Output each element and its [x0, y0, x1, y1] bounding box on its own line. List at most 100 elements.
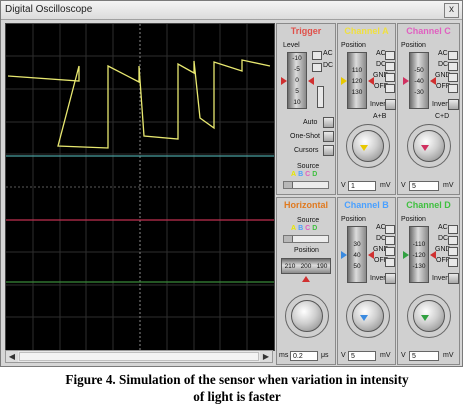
trigger-dc-switch[interactable]: [312, 63, 322, 72]
channel-a-ac-switch[interactable]: [385, 51, 395, 60]
channel-a-marker-icon: [341, 77, 347, 85]
channel-c-panel: Channel C Position -50 -40 -30 AC DC GND O…: [397, 23, 460, 195]
channel-d-position-label: Position: [401, 216, 426, 223]
channel-d-volts-field[interactable]: 5: [409, 351, 439, 361]
channel-b-panel: Channel B Position 30 40 50 AC DC GND OFF …: [337, 197, 396, 365]
channel-a-gnd-switch[interactable]: [385, 73, 395, 82]
channel-a-panel: Channel A Position 110 120 130 AC DC GND O…: [337, 23, 396, 195]
horizontal-source-options[interactable]: ABCD: [291, 225, 319, 232]
trigger-ac-label: AC: [323, 50, 333, 57]
channel-b-knob-pointer-icon: [360, 315, 368, 321]
level-scale[interactable]: -10 -5 0 5 10: [287, 52, 307, 109]
channel-c-gnd-switch[interactable]: [448, 73, 458, 82]
channel-c-unit-left: V: [401, 182, 406, 189]
channel-d-knob-pointer-icon: [421, 315, 429, 321]
channel-a-off-switch[interactable]: [385, 84, 395, 93]
channel-d-volts-knob[interactable]: [413, 300, 445, 332]
cursors-button[interactable]: [323, 145, 334, 156]
horizontal-scrollbar[interactable]: ◀ ▶: [5, 350, 273, 363]
horizontal-unit-left: ms: [279, 352, 289, 359]
channel-c-position-scale[interactable]: -50 -40 -30: [409, 52, 429, 109]
one-shot-label: One-Shot: [290, 133, 320, 140]
channel-a-aplusb-label: A+B: [373, 113, 387, 120]
channel-a-volts-knob[interactable]: [352, 130, 384, 162]
channel-c-off-switch[interactable]: [448, 84, 458, 93]
channel-a-volts-field[interactable]: 1: [348, 181, 376, 191]
channel-b-position-scale[interactable]: 30 40 50: [347, 226, 367, 283]
level-marker-left-icon: [281, 77, 287, 85]
channel-c-title: Channel C: [406, 26, 451, 36]
channel-d-ac-switch[interactable]: [448, 225, 458, 234]
scroll-right-icon[interactable]: ▶: [260, 351, 272, 362]
trigger-title: Trigger: [290, 26, 322, 36]
cursors-label: Cursors: [294, 147, 319, 154]
scope-graticule: [6, 24, 274, 350]
horizontal-source-label: Source: [297, 217, 320, 224]
horizontal-position-marker-icon: [302, 276, 310, 282]
channel-c-volts-knob[interactable]: [413, 130, 445, 162]
channel-d-unit-left: V: [401, 352, 406, 359]
channel-a-position-scale[interactable]: 110 120 130: [347, 52, 367, 109]
horizontal-unit-right: μs: [321, 352, 329, 359]
channel-c-dc-switch[interactable]: [448, 62, 458, 71]
channel-c-cplusd-label: C+D: [435, 113, 450, 120]
horizontal-position-label: Position: [294, 247, 319, 254]
channel-c-ac-label: AC: [438, 50, 448, 57]
channel-c-invert-label: Invert: [432, 101, 450, 108]
channel-b-position-label: Position: [341, 216, 366, 223]
channel-d-gnd-switch[interactable]: [448, 247, 458, 256]
channel-b-unit-left: V: [341, 352, 346, 359]
channel-d-invert-button[interactable]: [448, 273, 459, 284]
channel-c-ac-switch[interactable]: [448, 51, 458, 60]
trigger-source-options[interactable]: ABCD: [291, 171, 319, 178]
level-label: Level: [283, 42, 300, 49]
channel-c-unit-right: mV: [443, 182, 454, 189]
figure-caption-line2: of light is faster: [193, 389, 281, 404]
horizontal-timebase-field[interactable]: 0.2: [290, 351, 318, 361]
trigger-source-slider[interactable]: [283, 181, 329, 189]
channel-b-volts-knob[interactable]: [352, 300, 384, 332]
trigger-edge-switch[interactable]: [317, 86, 324, 108]
channel-d-panel: Channel D Position -110 -120 -130 AC DC GN…: [397, 197, 460, 365]
horizontal-source-slider[interactable]: [283, 235, 329, 243]
channel-a-dc-switch[interactable]: [385, 62, 395, 71]
channel-a-invert-button[interactable]: [385, 99, 396, 110]
scroll-left-icon[interactable]: ◀: [6, 351, 18, 362]
channel-d-marker-icon: [403, 251, 409, 259]
figure-caption-line1: Figure 4. Simulation of the sensor when …: [65, 372, 409, 387]
scrollbar-thumb[interactable]: [19, 352, 259, 361]
channel-a-unit-left: V: [341, 182, 346, 189]
channel-b-ac-switch[interactable]: [385, 225, 395, 234]
channel-d-position-scale[interactable]: -110 -120 -130: [409, 226, 429, 283]
auto-label: Auto: [303, 119, 318, 126]
channel-c-volts-field[interactable]: 5: [409, 181, 439, 191]
channel-b-dc-switch[interactable]: [385, 236, 395, 245]
channel-c-position-label: Position: [401, 42, 426, 49]
scope-display: [5, 23, 275, 351]
channel-c-invert-button[interactable]: [448, 99, 459, 110]
channel-d-off-switch[interactable]: [448, 258, 458, 267]
channel-a-unit-right: mV: [380, 182, 391, 189]
one-shot-button[interactable]: [323, 131, 334, 142]
channel-b-invert-button[interactable]: [385, 273, 396, 284]
channel-b-off-switch[interactable]: [385, 258, 395, 267]
trigger-ac-switch[interactable]: [312, 51, 322, 60]
channel-c-dc-label: DC: [438, 61, 449, 68]
close-button[interactable]: x: [444, 3, 459, 18]
horizontal-position-scale[interactable]: 210 200 190: [281, 258, 331, 274]
channel-c-marker-icon: [403, 77, 409, 85]
channel-d-dc-switch[interactable]: [448, 236, 458, 245]
channel-a-knob-pointer-icon: [360, 145, 368, 151]
horizontal-timebase-knob[interactable]: [291, 300, 323, 332]
channel-d-ac-label: AC: [438, 224, 448, 231]
channel-a-position-label: Position: [341, 42, 366, 49]
trigger-panel: Trigger Level -10 -5 0 5 10 AC DC Auto One-S…: [276, 23, 336, 195]
auto-button[interactable]: [323, 117, 334, 128]
horizontal-panel: Horizontal Source ABCD Position 210 200 19…: [276, 197, 336, 365]
horizontal-title: Horizontal: [284, 200, 328, 210]
channel-b-gnd-switch[interactable]: [385, 247, 395, 256]
channel-d-dc-label: DC: [438, 235, 449, 242]
window-title: Digital Oscilloscope: [5, 4, 93, 15]
channel-b-volts-field[interactable]: 5: [348, 351, 376, 361]
channel-d-title: Channel D: [406, 200, 451, 210]
